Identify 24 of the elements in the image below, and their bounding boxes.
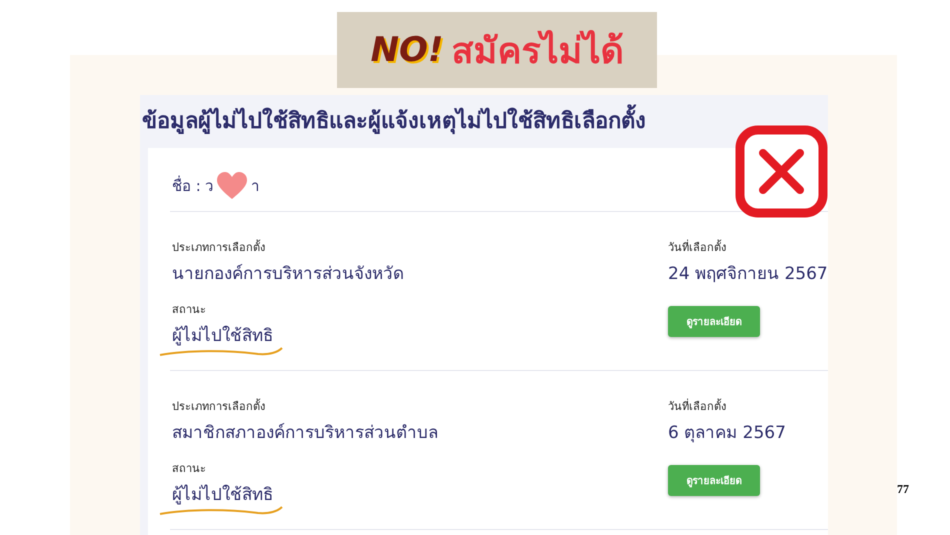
field-label: สถานะ — [172, 302, 207, 318]
election-date: 6 ตุลาคม 2567 — [668, 422, 787, 445]
banner-text: สมัครไม่ได้ — [451, 29, 624, 74]
election-date: 24 พฤศจิกายน 2567 — [668, 263, 828, 286]
underline-icon — [158, 505, 284, 517]
name-text: า — [250, 176, 259, 196]
banner-exclaim: NO! — [370, 30, 444, 70]
name-label: ชื่อ : — [172, 174, 201, 196]
heart-icon — [216, 172, 247, 200]
underline-icon — [158, 346, 284, 358]
name-text: ว — [204, 176, 213, 196]
page-number: 77 — [897, 482, 909, 497]
status-text: ผู้ไม่ไปใช้สิทธิ — [172, 326, 273, 346]
field-label: ประเภทการเลือกตั้ง — [172, 398, 266, 415]
page-title: ข้อมูลผู้ไม่ไปใช้สิทธิและผู้แจ้งเหตุไม่ไปใช้สิทธิเลือกตั้ง — [140, 103, 828, 148]
details-button[interactable]: ดูรายละเอียด — [668, 465, 760, 496]
election-type: สมาชิกสภาองค์การบริหารส่วนตำบล — [172, 422, 439, 445]
details-button[interactable]: ดูรายละเอียด — [668, 306, 760, 337]
field-label: วันที่เลือกตั้ง — [668, 238, 727, 256]
status-text: ผู้ไม่ไปใช้สิทธิ — [172, 485, 273, 505]
field-label: สถานะ — [172, 461, 207, 477]
field-label: ประเภทการเลือกตั้ง — [172, 238, 266, 256]
election-type: นายกองค์การบริหารส่วนจังหวัด — [172, 263, 405, 286]
field-label: วันที่เลือกตั้ง — [668, 398, 727, 415]
